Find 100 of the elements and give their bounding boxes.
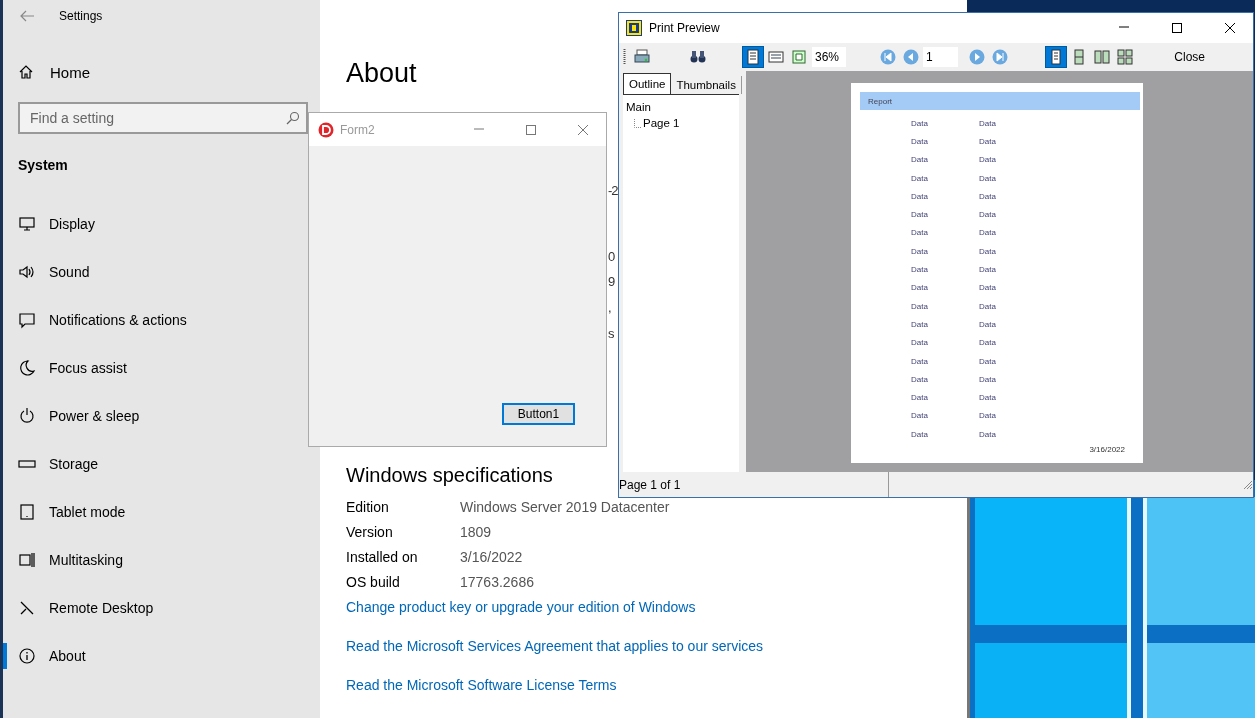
report-cell: Data (979, 118, 996, 128)
report-cell: Data (979, 228, 996, 238)
report-cell: Data (911, 118, 928, 128)
page-width-icon (768, 49, 784, 65)
report-cell: Data (911, 228, 928, 238)
report-cell: Data (911, 246, 928, 256)
side-by-side-icon (1094, 49, 1110, 65)
app-icon (318, 121, 334, 138)
report-cell: Data (911, 429, 928, 439)
report-cell: Data (979, 356, 996, 366)
page-count: Page 1 of 1 (619, 477, 681, 492)
report-cell: Data (911, 265, 928, 274)
resize-grip-icon (1243, 479, 1253, 490)
window-title: Form2 (340, 122, 376, 137)
moon-icon (18, 359, 36, 377)
find-icon (690, 49, 706, 65)
spec-value: 17763.2686 (460, 573, 535, 590)
home-icon (18, 64, 34, 80)
text-fragment: 0 (608, 249, 615, 264)
report-cell: Data (979, 411, 996, 421)
page-field[interactable]: 1 (923, 47, 958, 67)
report-cell: Data (979, 319, 996, 329)
nav-item[interactable]: Focus assist (3, 355, 131, 381)
last-page-icon[interactable] (992, 49, 1008, 65)
report-cell: Data (979, 173, 996, 183)
report-cell: Data (911, 374, 928, 384)
tree-item[interactable]: Main (626, 99, 736, 115)
report-cell: Data (911, 155, 928, 165)
search-field[interactable]: Find a setting (18, 102, 308, 134)
report-cell: Data (979, 136, 996, 146)
maximize-icon[interactable] (1171, 22, 1183, 34)
message-icon (18, 311, 36, 329)
report-cell: Data (911, 173, 928, 183)
nav-item[interactable]: Display (3, 211, 99, 237)
link[interactable]: Read the Microsoft Services Agreement that applies to our services (346, 638, 764, 655)
tree-connector-icon (634, 118, 641, 128)
report-cell: Data (979, 283, 996, 293)
report-cell: Data (979, 393, 996, 403)
nav-item[interactable]: Remote Desktop (3, 595, 158, 621)
tab[interactable]: Outline (623, 73, 672, 94)
power-icon (18, 407, 36, 425)
tree-item[interactable]: Page 1 (643, 117, 680, 129)
four-up-button[interactable] (1114, 46, 1136, 68)
link[interactable]: Read the Microsoft Software License Terms (346, 677, 617, 694)
section-heading: Windows specifications (346, 463, 553, 488)
report-cell: Data (979, 191, 996, 201)
fit-icon (791, 49, 807, 65)
spec-label: OS build (346, 573, 401, 590)
print-icon (634, 49, 650, 65)
link[interactable]: Change product key or upgrade your edition of Windows (346, 599, 696, 616)
report-cell: Data (911, 191, 928, 201)
two-up-icon (1071, 49, 1087, 65)
first-page-icon[interactable] (880, 49, 896, 65)
zoom-field[interactable]: 36% (812, 47, 846, 67)
text-fragment: -2 (608, 183, 618, 198)
nav-item[interactable]: Notifications & actions (3, 307, 191, 333)
speaker-icon (18, 263, 36, 281)
home-link[interactable]: Home (3, 56, 320, 88)
info-icon (18, 647, 36, 665)
back-arrow-icon[interactable] (19, 10, 35, 22)
report-cell: Data (979, 265, 996, 274)
text-fragment: , (608, 300, 611, 315)
nav-item[interactable]: Tablet mode (3, 499, 130, 525)
report-cell: Data (911, 210, 928, 220)
spec-value: 1809 (460, 523, 493, 540)
nav-item[interactable]: About (3, 643, 90, 669)
window-title: Print Preview (649, 21, 721, 35)
spec-label: Installed on (346, 548, 419, 565)
report-date: 3/16/2022 (1089, 445, 1125, 454)
page-button[interactable] (742, 46, 764, 68)
nav-item[interactable]: Storage (3, 451, 103, 477)
search-icon (286, 111, 300, 125)
nav-item[interactable]: Power & sleep (3, 403, 144, 429)
report-cell: Data (979, 338, 996, 348)
report-cell: Data (979, 429, 996, 439)
window-title: Settings (59, 9, 103, 23)
report-cell: Data (979, 301, 996, 311)
spec-value: 3/16/2022 (460, 548, 524, 565)
four-up-icon (1117, 49, 1133, 65)
report-cell: Data (979, 155, 996, 165)
button[interactable]: Button1 (502, 403, 575, 425)
app-icon (626, 20, 642, 36)
page-icon (745, 49, 761, 65)
close-icon[interactable] (1224, 22, 1236, 34)
single-page-icon (1048, 49, 1064, 65)
nav-item[interactable]: Sound (3, 259, 94, 285)
report-cell: Data (911, 319, 928, 329)
report-cell: Data (911, 301, 928, 311)
report-cell: Data (979, 246, 996, 256)
spec-label: Version (346, 523, 394, 540)
grip-icon (623, 48, 626, 66)
spec-value: Windows Server 2019 Datacenter (460, 498, 670, 515)
tablet-icon (18, 503, 36, 521)
next-page-icon[interactable] (969, 49, 985, 65)
previous-page-icon[interactable] (903, 49, 919, 65)
single-page-button[interactable] (1045, 46, 1067, 68)
report-cell: Data (911, 283, 928, 293)
close-button[interactable]: Close (1174, 50, 1205, 64)
report-cell: Data (979, 210, 996, 220)
nav-item[interactable]: Multitasking (3, 547, 127, 573)
